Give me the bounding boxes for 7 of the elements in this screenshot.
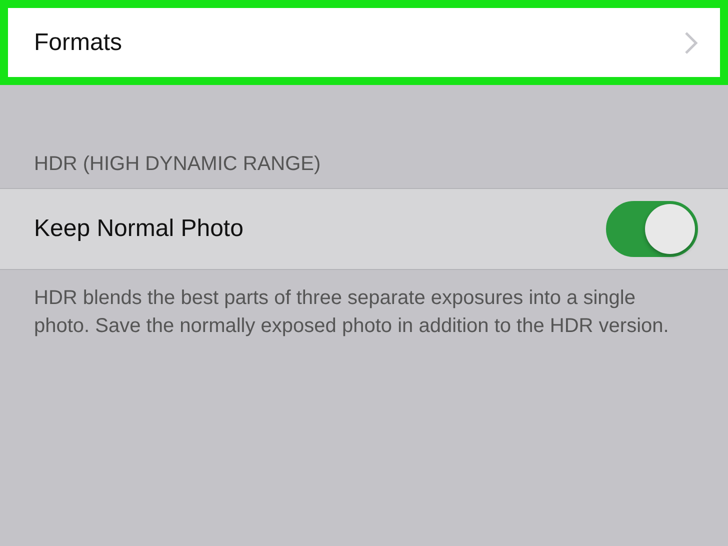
formats-row[interactable]: Formats [0, 0, 728, 85]
row-label: Keep Normal Photo [34, 215, 244, 243]
section-header: HDR (HIGH DYNAMIC RANGE) [33, 152, 322, 177]
chevron-icon [684, 30, 698, 54]
section-footer: HDR blends the best parts of three separate exposures into a single photo. Save the normally exposed photo in addition to the HDR version. [0, 270, 728, 354]
toggle-switch[interactable] [606, 201, 698, 257]
row-label: Formats [34, 28, 122, 56]
